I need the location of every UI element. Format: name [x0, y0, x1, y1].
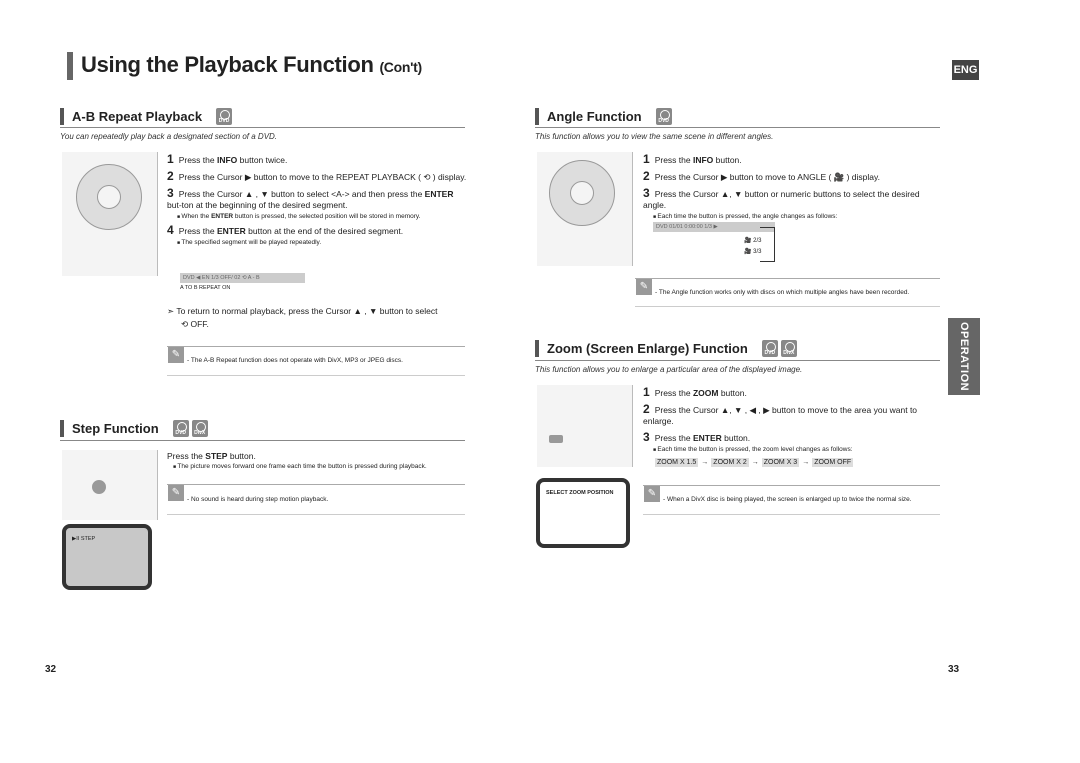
ab-repeat-steps: 1 Press the INFO button twice. 2 Press the…	[167, 152, 467, 246]
pencil-note-icon: ✎	[168, 347, 184, 363]
note-top-rule	[167, 346, 465, 347]
note-top-rule	[635, 278, 940, 279]
page-number-right: 33	[948, 664, 960, 675]
note-top-rule	[643, 485, 940, 486]
language-badge: ENG	[952, 60, 979, 80]
step-function-heading: Step Function DVD DivX	[60, 420, 208, 437]
display-caption: A TO B REPEAT ON	[180, 285, 231, 291]
step-3: 3 Press the Cursor ▲ , ▼ button to select…	[167, 186, 454, 210]
note-top-rule	[167, 484, 465, 485]
step-1: 1 Press the INFO button twice.	[167, 152, 288, 166]
tip: ➣ To return to normal playback, press th…	[167, 306, 438, 316]
note-text: - When a DivX disc is being played, the …	[663, 496, 912, 503]
disc-icons: DVD DivX	[172, 420, 208, 437]
note-bottom-rule	[635, 306, 940, 307]
disc-icons: DVD DivX	[761, 340, 797, 357]
page-title: Using the Playback Function (Con't)	[67, 52, 422, 80]
note-bottom-rule	[167, 375, 465, 376]
dvd-disc-icon: DVD	[655, 108, 672, 125]
remote-illustration	[537, 385, 633, 467]
note-bottom-rule	[167, 514, 465, 515]
divider	[535, 360, 940, 361]
angle-subtitle: This function allows you to view the sam…	[535, 132, 774, 141]
tv-screen-illustration: ▶II STEP	[62, 524, 152, 590]
note-bottom-rule	[643, 514, 940, 515]
zoom-heading: Zoom (Screen Enlarge) Function DVD DivX	[535, 340, 797, 357]
angle-steps: 1 Press the INFO button. 2 Press the Curso…	[643, 153, 943, 220]
pencil-note-icon: ✎	[644, 486, 660, 502]
cycle-arrow	[760, 227, 775, 262]
page-number-left: 32	[45, 664, 57, 675]
note-text: - The A-B Repeat function does not opera…	[187, 357, 403, 364]
remote-illustration	[537, 152, 633, 266]
step-instruction: Press the STEP button.	[167, 451, 256, 461]
divider	[60, 440, 465, 441]
bullet: When the ENTER button is pressed, the se…	[167, 213, 467, 220]
step-2: 2 Press the Cursor ▶ button to move to th…	[167, 169, 467, 183]
bullet: The picture moves forward one frame each…	[167, 463, 426, 470]
zoom-subtitle: This function allows you to enlarge a pa…	[535, 365, 803, 374]
osd-display-bar: DVD 01/01 0:00:00 1/3 ▶	[653, 222, 775, 232]
step-4: 4 Press the ENTER button at the end of th…	[167, 223, 404, 237]
pencil-note-icon: ✎	[636, 279, 652, 295]
operation-side-tab: OPERATION	[948, 318, 980, 395]
dvd-disc-icon: DVD	[216, 108, 233, 125]
angle-sequence: 🎥 2/3 🎥 3/3	[744, 238, 762, 255]
tv-screen-illustration: SELECT ZOOM POSITION	[536, 478, 630, 548]
note-text: - The Angle function works only with dis…	[655, 289, 910, 296]
zoom-steps: 1 Press the ZOOM button. 2 Press the Curso…	[643, 386, 948, 453]
pencil-note-icon: ✎	[168, 485, 184, 501]
note-text: - No sound is heard during step motion p…	[187, 496, 329, 503]
osd-display-bar: DVD ◀ EN 1/3 OFF/ 02 ⟲ A - B	[180, 273, 305, 283]
divider	[60, 127, 465, 128]
zoom-level-chain: ZOOM X 1.5 → ZOOM X 2 → ZOOM X 3 → ZOOM OFF	[655, 458, 854, 467]
ab-repeat-heading: A-B Repeat Playback DVD	[60, 108, 233, 125]
remote-illustration	[62, 450, 158, 520]
ab-repeat-subtitle: You can repeatedly play back a designate…	[60, 132, 278, 141]
angle-heading: Angle Function DVD	[535, 108, 672, 125]
tip-off: ⟲ OFF.	[181, 319, 209, 329]
divider	[535, 127, 940, 128]
remote-illustration	[62, 152, 158, 276]
bullet: The specified segment will be played rep…	[167, 239, 467, 246]
